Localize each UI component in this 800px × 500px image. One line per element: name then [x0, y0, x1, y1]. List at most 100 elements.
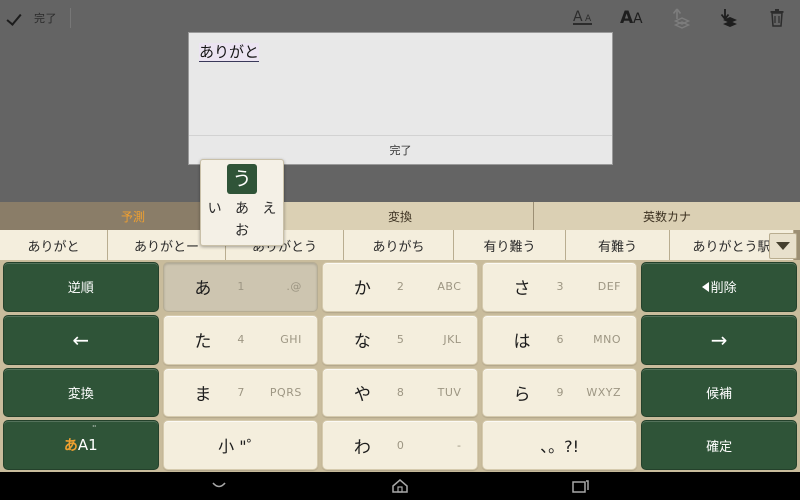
key-number-label: 6	[556, 333, 564, 347]
candidate-tab-label: 英数カナ	[642, 209, 691, 224]
recent-apps-button[interactable]	[568, 476, 594, 496]
delete-key[interactable]: 削除	[641, 262, 797, 312]
input-mode-alnum-label: A1	[77, 436, 98, 455]
key-function-label: 候補	[706, 386, 733, 402]
key-function-label: 確定	[706, 439, 733, 455]
candidate-item[interactable]: ありがと	[0, 230, 108, 260]
candidate-item[interactable]: 有難う	[566, 230, 670, 260]
key-ta-row[interactable]: た 4 GHI	[162, 314, 319, 365]
hide-keyboard-button[interactable]	[206, 476, 232, 496]
text-edit-area[interactable]: ありがと	[189, 33, 612, 137]
key-alpha-label: MNO	[593, 333, 622, 347]
key-alpha-label: JKL	[443, 333, 462, 347]
convert-key[interactable]: 変換	[3, 367, 159, 418]
keyboard-row: 逆順 あ 1 .@ か 2 ABC さ 3 DEF 削除	[3, 262, 797, 312]
recent-apps-icon	[572, 480, 589, 493]
cursor-left-key[interactable]: ←	[3, 314, 159, 365]
key-kana-label: わ	[353, 437, 371, 458]
reverse-order-key[interactable]: 逆順	[3, 262, 159, 312]
decrease-font-size-button[interactable]: A A	[572, 5, 598, 31]
key-kana-label: な	[353, 332, 371, 353]
candidate-label: ありがと	[27, 239, 80, 255]
key-alpha-label: -	[456, 438, 462, 452]
key-function-label: 変換	[67, 386, 94, 402]
editor-done-label: 完了	[389, 144, 412, 157]
input-mode-key[interactable]: あ A1 ¨	[3, 420, 159, 470]
toolbar-done-button[interactable]: 完了	[8, 0, 57, 36]
home-button[interactable]	[387, 476, 413, 496]
key-alpha-label: GHI	[280, 333, 302, 347]
svg-text:A: A	[620, 8, 634, 28]
arrow-right-icon: →	[710, 327, 728, 352]
small-dakuten-key[interactable]: 小 "゜	[162, 420, 319, 470]
candidate-tab-bar: 予測 変換 英数カナ	[0, 202, 800, 230]
key-kana-label: は	[513, 332, 531, 353]
arrow-left-icon: ←	[72, 327, 90, 352]
keyboard: 逆順あ 1 .@ か 2 ABC さ 3 DEF 削除 ← た 4 GHI な 5 JKL は 6 MNO → 変換ま 7 P…	[0, 260, 800, 472]
key-center-label: 小 "゜	[218, 437, 263, 457]
app-screen: 完了 A A A A ありがと 完了 う い あ え お 予測 変換 英数カナ …	[0, 0, 800, 500]
candidate-item[interactable]: ありがち	[344, 230, 454, 260]
input-mode-dots-icon: ¨	[91, 425, 97, 437]
key-alpha-label: ABC	[437, 280, 462, 294]
flick-right-char: え	[262, 201, 277, 217]
candidate-tab-1[interactable]: 変換	[267, 202, 534, 230]
candidate-item[interactable]: 有り難う	[454, 230, 566, 260]
candidate-label: ありがち	[372, 239, 425, 255]
decrease-font-size-icon: A A	[573, 9, 592, 25]
send-to-back-button[interactable]	[716, 5, 742, 31]
key-sa-row[interactable]: さ 3 DEF	[481, 262, 638, 312]
key-ya-row[interactable]: や 8 TUV	[322, 367, 478, 418]
key-wa-row[interactable]: わ 0 -	[322, 420, 478, 470]
candidate-tab-label: 予測	[120, 209, 145, 224]
toolbar-actions: A A A A	[572, 0, 790, 36]
increase-font-size-button[interactable]: A A	[620, 5, 646, 31]
top-toolbar: 完了 A A A A	[0, 0, 800, 36]
flick-bottom-char: お	[235, 223, 249, 239]
key-number-label: 1	[237, 280, 245, 294]
composition-text: ありがと	[199, 43, 260, 62]
key-number-label: 0	[396, 438, 404, 452]
cursor-right-key[interactable]: →	[641, 314, 797, 365]
candidate-tab-2[interactable]: 英数カナ	[534, 202, 800, 230]
key-alpha-label: PQRS	[269, 385, 302, 399]
backspace-arrow-icon	[701, 281, 709, 292]
svg-text:A: A	[585, 14, 592, 24]
input-mode-kana-label: あ	[63, 438, 78, 455]
key-ka-row[interactable]: か 2 ABC	[322, 262, 478, 312]
key-kana-label: ま	[194, 384, 212, 405]
toolbar-done-label: 完了	[34, 12, 57, 25]
key-number-label: 2	[396, 280, 404, 294]
key-kana-label: さ	[513, 279, 531, 300]
candidate-label: ありがとー	[133, 239, 199, 255]
key-ma-row[interactable]: ま 7 PQRS	[162, 367, 319, 418]
confirm-key[interactable]: 確定	[641, 420, 797, 470]
key-na-row[interactable]: な 5 JKL	[322, 314, 478, 365]
key-a-row[interactable]: あ 1 .@	[162, 262, 319, 312]
android-nav-bar	[0, 472, 800, 500]
key-number-label: 4	[237, 333, 245, 347]
candidate-expand-button[interactable]	[769, 233, 797, 259]
keyboard-row: 変換 ま 7 PQRS や 8 TUV ら 9 WXYZ 候補	[3, 367, 797, 418]
delete-trash-icon	[770, 9, 784, 27]
key-kana-label: か	[353, 279, 371, 300]
svg-text:A: A	[633, 11, 643, 27]
candidate-key[interactable]: 候補	[641, 367, 797, 418]
flick-bottom-row: お	[201, 220, 283, 240]
key-alpha-label: TUV	[437, 385, 462, 399]
hide-keyboard-icon	[212, 482, 226, 488]
key-center-label: 、。?!	[540, 437, 580, 457]
flick-selected-label: う	[232, 167, 252, 190]
candidate-list: ありがと ありがとー ありがとう ありがち 有り難う 有難う ありがとう駅	[0, 230, 800, 260]
delete-trash-button[interactable]	[764, 5, 790, 31]
punctuation-key[interactable]: 、。?!	[481, 420, 638, 470]
bring-to-front-button[interactable]	[668, 5, 694, 31]
key-ra-row[interactable]: ら 9 WXYZ	[481, 367, 638, 418]
key-alpha-label: .@	[286, 280, 302, 294]
key-kana-label: あ	[194, 279, 212, 300]
key-kana-label: や	[353, 384, 371, 405]
key-alpha-label: DEF	[597, 280, 622, 294]
key-ha-row[interactable]: は 6 MNO	[481, 314, 638, 365]
key-number-label: 8	[396, 385, 404, 399]
flick-input-popup: う い あ え お	[200, 159, 284, 246]
